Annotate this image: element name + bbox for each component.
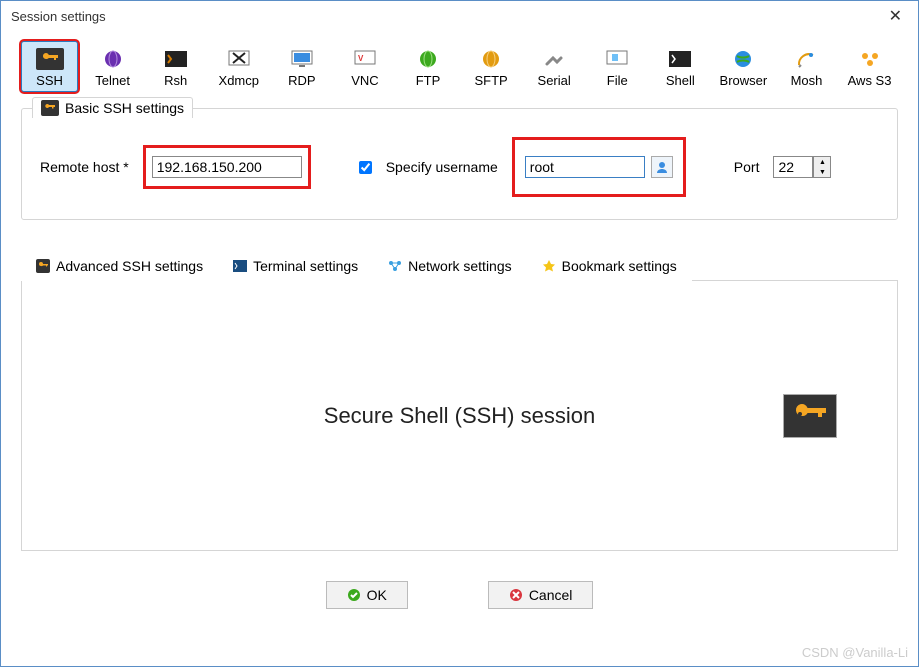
tool-file[interactable]: File	[589, 41, 646, 92]
tool-label: Telnet	[95, 74, 130, 87]
star-icon	[542, 259, 556, 273]
watermark: CSDN @Vanilla-Li	[802, 645, 908, 660]
globe-icon	[99, 48, 127, 70]
cancel-button[interactable]: Cancel	[488, 581, 594, 609]
tool-sftp[interactable]: SFTP	[463, 41, 520, 92]
tool-label: Serial	[538, 74, 571, 87]
port-input[interactable]	[773, 156, 813, 178]
ok-button[interactable]: OK	[326, 581, 408, 609]
tool-telnet[interactable]: Telnet	[84, 41, 141, 92]
highlight-box	[512, 137, 686, 197]
key-icon	[41, 100, 59, 116]
specify-username-label: Specify username	[386, 159, 498, 175]
key-icon	[36, 48, 64, 70]
tool-rdp[interactable]: RDP	[273, 41, 330, 92]
tool-label: Aws S3	[848, 74, 892, 87]
tool-xdmcp[interactable]: Xdmcp	[210, 41, 267, 92]
tool-label: Mosh	[791, 74, 823, 87]
tool-label: File	[607, 74, 628, 87]
tool-shell[interactable]: Shell	[652, 41, 709, 92]
settings-tabs: Advanced SSH settings Terminal settings …	[21, 250, 898, 281]
ssh-key-big-icon	[783, 394, 837, 438]
window-title: Session settings	[11, 9, 106, 24]
tool-label: SSH	[36, 74, 63, 87]
tool-browser[interactable]: Browser	[715, 41, 772, 92]
session-title: Secure Shell (SSH) session	[324, 403, 595, 429]
tool-label: FTP	[416, 74, 441, 87]
port-spinner[interactable]: ▲ ▼	[813, 156, 831, 178]
username-input[interactable]	[525, 156, 645, 178]
tool-aws[interactable]: Aws S3	[841, 41, 898, 92]
tool-label: Xdmcp	[219, 74, 259, 87]
check-icon	[347, 588, 361, 602]
tool-serial[interactable]: Serial	[526, 41, 583, 92]
tool-vnc[interactable]: V VNC	[336, 41, 393, 92]
session-content: Secure Shell (SSH) session	[21, 281, 898, 551]
x-icon	[225, 48, 253, 70]
specify-username-checkbox[interactable]	[359, 161, 372, 174]
tool-label: SFTP	[474, 74, 507, 87]
remote-host-input[interactable]	[152, 156, 302, 178]
key-icon	[36, 259, 50, 273]
plug-icon	[540, 48, 568, 70]
tab-terminal[interactable]: Terminal settings	[218, 251, 373, 281]
tool-label: Shell	[666, 74, 695, 87]
basic-ssh-fieldset: Basic SSH settings Remote host * Specify…	[21, 108, 898, 220]
vnc-icon: V	[351, 48, 379, 70]
tool-label: VNC	[351, 74, 378, 87]
network-icon	[388, 259, 402, 273]
file-monitor-icon	[603, 48, 631, 70]
monitor-icon	[288, 48, 316, 70]
fieldset-legend: Basic SSH settings	[32, 97, 193, 118]
remote-host-label: Remote host *	[40, 159, 129, 175]
tab-bookmark[interactable]: Bookmark settings	[527, 251, 692, 281]
tool-label: RDP	[288, 74, 315, 87]
cross-icon	[509, 588, 523, 602]
aws-icon	[856, 48, 884, 70]
globe-orange-icon	[477, 48, 505, 70]
tool-mosh[interactable]: Mosh	[778, 41, 835, 92]
close-icon[interactable]: ✕	[881, 4, 910, 28]
highlight-box	[143, 145, 311, 189]
terminal-icon	[162, 48, 190, 70]
globe-blue-icon	[729, 48, 757, 70]
tool-ftp[interactable]: FTP	[399, 41, 456, 92]
tab-advanced-ssh[interactable]: Advanced SSH settings	[21, 251, 218, 281]
port-up-button[interactable]: ▲	[814, 157, 830, 167]
satellite-icon	[792, 48, 820, 70]
tool-label: Rsh	[164, 74, 187, 87]
tool-ssh[interactable]: SSH	[21, 41, 78, 92]
svg-text:V: V	[358, 54, 364, 63]
globe-green-icon	[414, 48, 442, 70]
user-picker-button[interactable]	[651, 156, 673, 178]
port-down-button[interactable]: ▼	[814, 167, 830, 177]
tool-label: Browser	[720, 74, 768, 87]
port-label: Port	[734, 159, 760, 175]
tab-network[interactable]: Network settings	[373, 251, 526, 281]
shell-icon	[666, 48, 694, 70]
tool-rsh[interactable]: Rsh	[147, 41, 204, 92]
terminal-icon	[233, 259, 247, 273]
